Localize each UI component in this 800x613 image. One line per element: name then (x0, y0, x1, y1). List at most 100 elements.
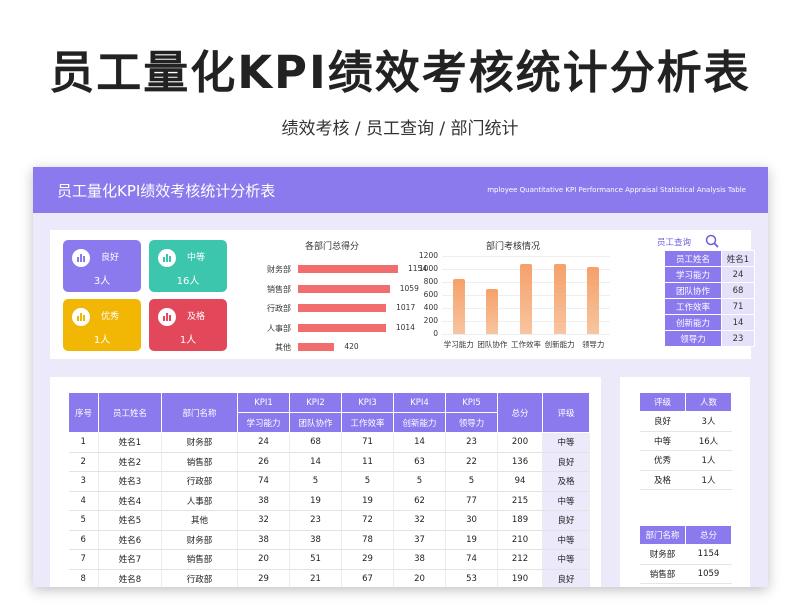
hbar-bar (298, 284, 390, 293)
cell-name: 姓名5 (98, 510, 162, 531)
hbar-category-label: 销售部 (267, 284, 291, 294)
cell-name: 姓名8 (98, 569, 162, 587)
cell-index: 3 (68, 471, 99, 492)
grade-card-value: 1人 (93, 335, 111, 346)
cell-kpi2: 21 (289, 569, 342, 587)
col-header-kpi1: KPI1 (237, 392, 290, 413)
col-header-kpi3: KPI3 (341, 392, 394, 413)
cell-kpi5: 77 (445, 491, 498, 511)
cell-index: 1 (68, 432, 99, 453)
cell-grade: 良好 (639, 411, 686, 432)
cell-total: 200 (497, 432, 543, 453)
cell-count: 1人 (685, 450, 732, 471)
cell-kpi5: 22 (445, 452, 498, 472)
col-header-index: 序号 (68, 392, 99, 433)
vbar-bar (553, 264, 566, 334)
cell-name: 姓名6 (98, 530, 162, 550)
lookup-row: 员工姓名 姓名1 (664, 250, 755, 267)
cell-name: 姓名4 (98, 491, 162, 511)
cell-grade: 及格 (542, 471, 590, 492)
lookup-row: 领导力 23 (664, 330, 755, 347)
search-icon[interactable] (705, 234, 719, 248)
cell-index: 4 (68, 491, 99, 511)
cell-kpi2: 23 (289, 510, 342, 531)
vbar-ytick-label: 800 (423, 277, 438, 286)
chart-icon (158, 249, 176, 267)
cell-kpi3: 5 (341, 471, 394, 492)
grade-card: 良好 3人 (63, 240, 141, 292)
cell-kpi1: 20 (237, 549, 290, 570)
chart-icon (72, 249, 90, 267)
cell-kpi3: 71 (341, 432, 394, 453)
cell-grade: 优秀 (639, 450, 686, 471)
cell-kpi4: 20 (393, 569, 446, 587)
hbar-bar (298, 323, 386, 332)
col-header-grade: 评级 (639, 392, 686, 412)
cell-dept: 销售部 (161, 452, 238, 472)
col-header-total: 总分 (685, 525, 732, 545)
table-row: 6 姓名6 财务部 38 38 78 37 19 210 中等 (68, 530, 590, 550)
cell-kpi3: 11 (341, 452, 394, 472)
cell-kpi3: 29 (341, 549, 394, 570)
grade-card-label: 优秀 (101, 312, 120, 322)
cell-grade: 中等 (639, 431, 686, 451)
cell-dept: 销售部 (161, 549, 238, 570)
kpi-table: 序号 员工姓名 部门名称 KPI1 KPI2 KPI3 KPI4 KPI5 总分… (68, 392, 590, 587)
cell-dept: 财务部 (161, 432, 238, 453)
vbar-bar (486, 288, 499, 334)
cell-kpi4: 32 (393, 510, 446, 531)
cell-kpi1: 32 (237, 510, 290, 531)
chart-icon (72, 308, 90, 326)
col-header-dept: 部门名称 (161, 392, 238, 433)
hbar-category-label: 其他 (275, 343, 291, 352)
cell-grade: 中等 (542, 549, 590, 570)
sheet-title: 员工量化KPI绩效考核统计分析表 (57, 182, 276, 200)
table-row: 及格 1人 (639, 470, 732, 490)
vbar-ytick-label: 1200 (418, 251, 438, 260)
dashboard-panel: 良好 3人 中等 16人 优秀 1人 及格 1人 各部门总得分 部门考核情况 员… (50, 230, 751, 359)
cell-total: 212 (497, 549, 543, 570)
lookup-row: 工作效率 71 (664, 298, 755, 315)
cell-kpi4: 37 (393, 530, 446, 550)
lookup-row: 团队协作 68 (664, 282, 755, 299)
cell-kpi1: 29 (237, 569, 290, 587)
cell-kpi2: 14 (289, 452, 342, 472)
cell-total: 210 (497, 530, 543, 550)
lookup-value[interactable]: 姓名1 (721, 250, 755, 267)
col-header-dept: 部门名称 (639, 525, 686, 545)
cell-dept: 财务部 (639, 544, 686, 565)
grade-card: 及格 1人 (149, 299, 227, 351)
cell-count: 3人 (685, 411, 732, 432)
hbar-category-label: 行政部 (267, 304, 291, 313)
grade-card-label: 及格 (187, 312, 206, 322)
cell-kpi5: 30 (445, 510, 498, 531)
table-row: 1 姓名1 财务部 24 68 71 14 23 200 中等 (68, 432, 590, 453)
vbar-ytick-label: 600 (423, 290, 438, 299)
cell-grade: 良好 (542, 452, 590, 472)
cell-name: 姓名7 (98, 549, 162, 570)
page-subtitle: 绩效考核 / 员工查询 / 部门统计 (281, 119, 519, 139)
dept-assessment-chart-title: 部门考核情况 (486, 242, 541, 252)
vbar-category-label: 领导力 (581, 340, 605, 349)
cell-grade: 及格 (639, 470, 686, 490)
cell-grade: 中等 (542, 530, 590, 550)
col-subheader: 创新能力 (393, 412, 446, 433)
hbar-value-label: 1017 (396, 303, 416, 312)
vbar-bar (452, 279, 465, 334)
employee-search-label[interactable]: 员工查询 (657, 236, 691, 248)
cell-kpi4: 63 (393, 452, 446, 472)
sheet-english-subtitle: mployee Quantitative KPI Performance App… (487, 186, 746, 194)
cell-total: 190 (497, 569, 543, 587)
cell-kpi2: 38 (289, 530, 342, 550)
col-header-grade: 评级 (542, 392, 590, 433)
vbar-ytick-label: 400 (423, 303, 438, 312)
grade-card-label: 良好 (101, 253, 120, 263)
grade-card: 优秀 1人 (63, 299, 141, 351)
cell-name: 姓名1 (98, 432, 162, 453)
cell-index: 6 (68, 530, 99, 550)
cell-kpi3: 67 (341, 569, 394, 587)
cell-index: 7 (68, 549, 99, 570)
table-row: 3 姓名3 行政部 74 5 5 5 5 94 及格 (68, 471, 590, 492)
lookup-key: 创新能力 (664, 314, 722, 331)
cell-kpi1: 26 (237, 452, 290, 472)
